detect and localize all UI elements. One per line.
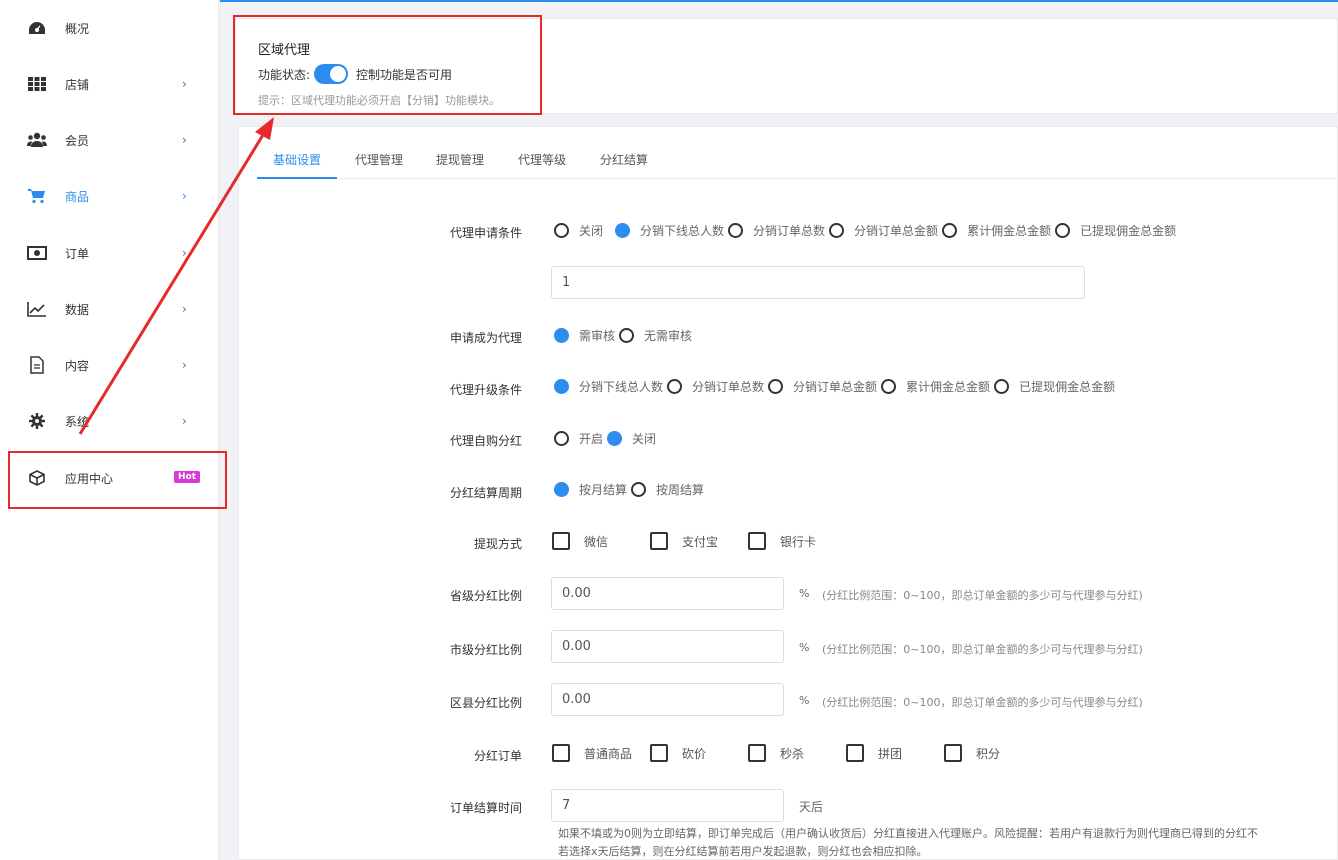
arrow-shaft <box>78 129 268 435</box>
annotation-arrow <box>78 117 274 435</box>
arrow-head <box>255 117 274 140</box>
